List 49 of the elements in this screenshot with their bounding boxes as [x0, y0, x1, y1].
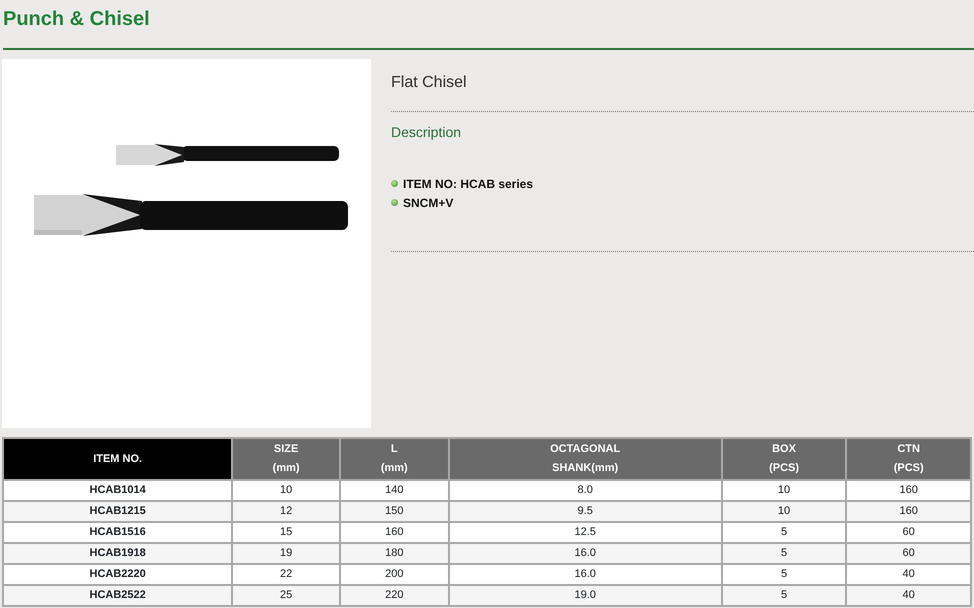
- table-cell: 10: [232, 480, 340, 501]
- table-cell: 160: [846, 501, 971, 522]
- table-cell: 16.0: [448, 543, 722, 564]
- table-cell: HCAB1215: [3, 501, 232, 522]
- bullet-icon: [391, 180, 398, 187]
- table-cell: 200: [340, 564, 449, 585]
- column-header: L (mm): [340, 438, 449, 480]
- column-header: SIZE (mm): [232, 438, 340, 480]
- feature-text: SNCM+V: [403, 194, 454, 212]
- table-cell: 19.0: [448, 585, 722, 606]
- table-cell: 180: [340, 543, 449, 564]
- column-header: BOX (PCS): [722, 438, 846, 480]
- section-label: Description: [391, 123, 462, 142]
- table-cell: 40: [846, 564, 971, 585]
- table-cell: 15: [232, 522, 340, 543]
- table-cell: 5: [722, 585, 846, 606]
- table-cell: 220: [340, 585, 449, 606]
- table-cell: 5: [722, 564, 846, 585]
- table-cell: 12.5: [448, 522, 722, 543]
- table-cell: 60: [846, 522, 971, 543]
- table-cell: HCAB1516: [3, 522, 232, 543]
- page-title: Punch & Chisel: [2, 7, 151, 32]
- table-cell: 10: [722, 501, 846, 522]
- column-header: ITEM NO.: [3, 438, 232, 480]
- table-cell: HCAB1014: [3, 480, 232, 501]
- table-cell: 22: [232, 564, 340, 585]
- column-header: OCTAGONAL SHANK(mm): [448, 438, 722, 480]
- table-cell: HCAB2220: [3, 564, 232, 585]
- table-cell: 160: [846, 480, 971, 501]
- feature-text: ITEM NO: HCAB series: [403, 176, 534, 192]
- bullet-icon: [391, 199, 398, 206]
- table-cell: 12: [232, 501, 340, 522]
- table-cell: 160: [340, 522, 449, 543]
- table-cell: 40: [846, 585, 971, 606]
- table-cell: 16.0: [448, 564, 722, 585]
- table-cell: HCAB1918: [3, 543, 232, 564]
- table-cell: 10: [722, 480, 846, 501]
- table-cell: 5: [722, 543, 846, 564]
- table-cell: 150: [340, 501, 449, 522]
- table-cell: 5: [722, 522, 846, 543]
- table-cell: 60: [846, 543, 971, 564]
- table-cell: 140: [340, 480, 449, 501]
- table-cell: 8.0: [448, 480, 722, 501]
- table-cell: 19: [232, 543, 340, 564]
- product-name: Flat Chisel: [391, 73, 468, 93]
- column-header: CTN (PCS): [846, 438, 971, 480]
- table-cell: HCAB2522: [3, 585, 232, 606]
- table-cell: 25: [232, 585, 340, 606]
- table-cell: 9.5: [448, 501, 722, 522]
